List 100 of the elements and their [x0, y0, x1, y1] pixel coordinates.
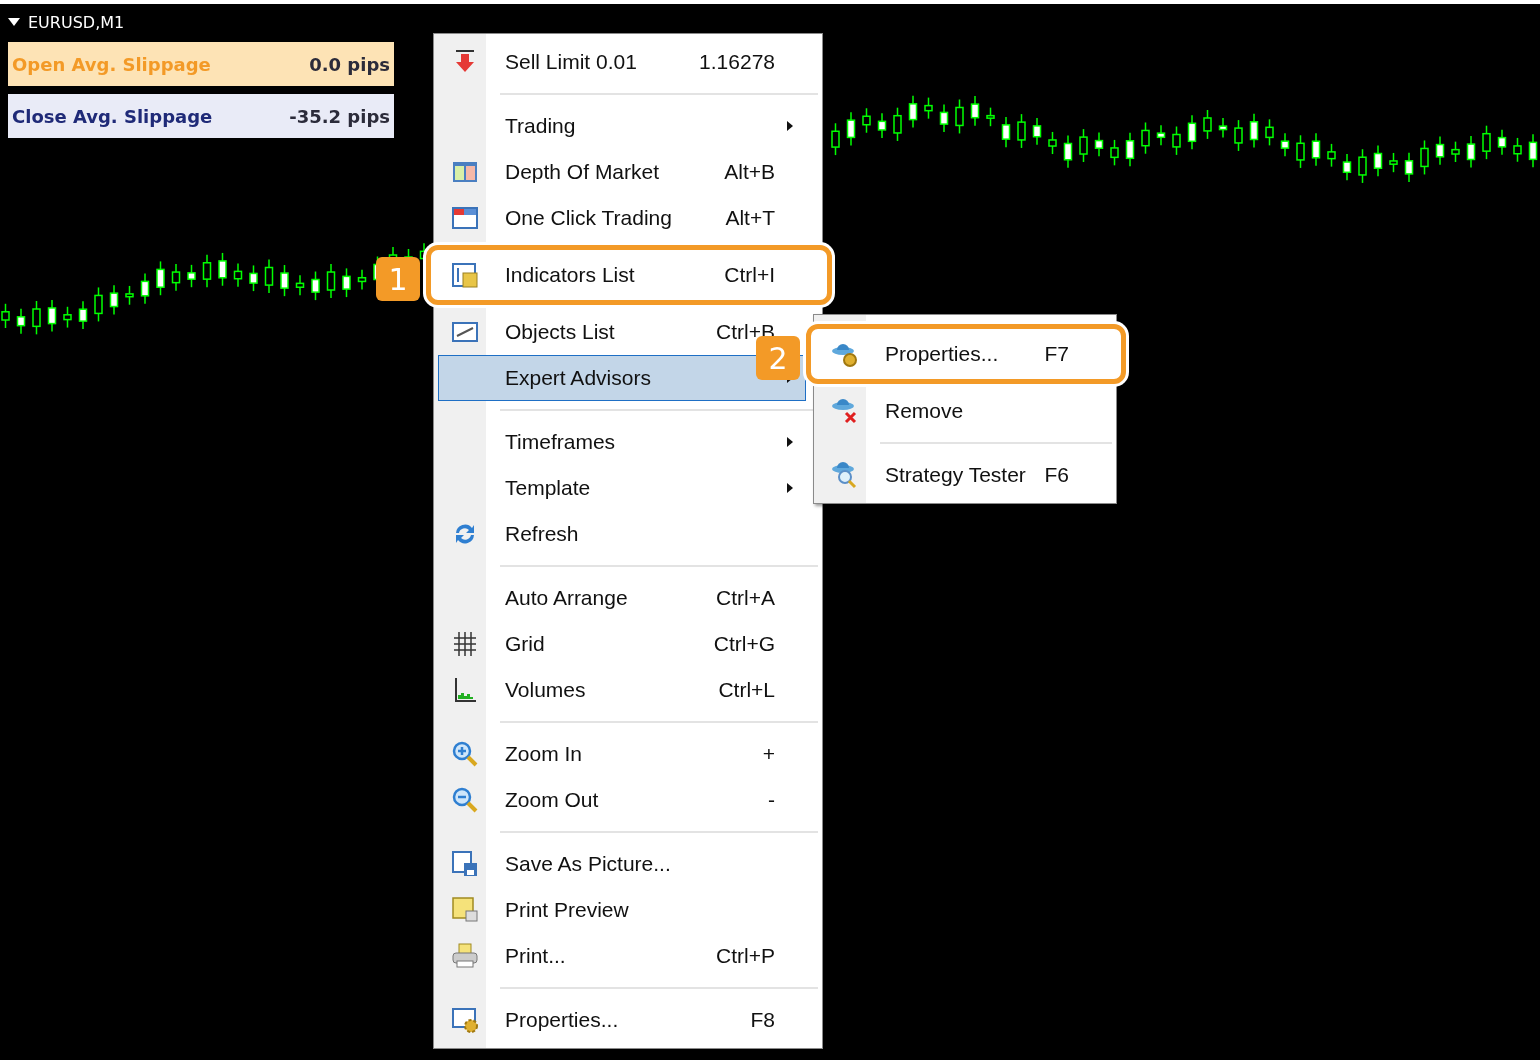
- candle: [1048, 131, 1057, 155]
- step-number: 2: [756, 336, 800, 380]
- candle: [342, 267, 351, 298]
- candle: [1001, 116, 1011, 148]
- candle: [862, 107, 871, 134]
- menu-item[interactable]: Zoom In +: [438, 731, 806, 777]
- candle: [970, 95, 980, 127]
- candle: [908, 95, 918, 129]
- candle: [1203, 109, 1212, 140]
- candle: [831, 122, 840, 156]
- submenu-arrow-icon: [786, 482, 794, 494]
- menu-item[interactable]: Refresh: [438, 511, 806, 557]
- menu-item[interactable]: Template: [438, 465, 806, 511]
- candle: [1141, 121, 1150, 155]
- candle: [1513, 137, 1522, 163]
- menu-item[interactable]: Auto Arrange Ctrl+A: [438, 575, 806, 621]
- menu-item[interactable]: Save As Picture...: [438, 841, 806, 887]
- candle: [1327, 143, 1336, 168]
- menu-item[interactable]: Timeframes: [438, 419, 806, 465]
- candle: [1497, 128, 1507, 156]
- settings-icon: [450, 1005, 480, 1035]
- print-preview-icon: [450, 895, 480, 925]
- candle: [249, 264, 258, 292]
- candle: [218, 252, 227, 287]
- candle: [202, 254, 212, 288]
- menu-item[interactable]: Sell Limit 0.01 1.16278: [438, 39, 806, 85]
- candle: [1311, 132, 1321, 167]
- menu-item[interactable]: Trading: [438, 103, 806, 149]
- slippage-label: Open Avg. Slippage: [12, 53, 211, 75]
- candle: [1466, 135, 1476, 169]
- candle: [1172, 125, 1181, 156]
- menu-item[interactable]: Volumes Ctrl+L: [438, 667, 806, 713]
- candle: [1482, 124, 1491, 160]
- zoom-in-icon: [450, 739, 480, 769]
- candle: [1420, 139, 1429, 176]
- menu-item[interactable]: Properties... F7: [818, 331, 1100, 377]
- candle: [78, 300, 88, 330]
- chart-window-icon: [450, 260, 480, 290]
- candle: [1032, 117, 1042, 146]
- menu-item[interactable]: Remove: [818, 388, 1100, 434]
- submenu-arrow-icon: [786, 436, 794, 448]
- candle: [1218, 117, 1228, 139]
- candle: [1249, 113, 1259, 149]
- candle: [63, 306, 72, 329]
- step-number: 1: [376, 257, 420, 301]
- candle: [1358, 148, 1367, 184]
- zoom-out-icon: [450, 785, 480, 815]
- chart-symbol: EURUSD,M1: [28, 12, 125, 32]
- candle: [939, 103, 949, 133]
- candle: [311, 270, 320, 301]
- menu-item[interactable]: Print... Ctrl+P: [438, 933, 806, 979]
- menu-item[interactable]: Grid Ctrl+G: [438, 621, 806, 667]
- menu-item[interactable]: Strategy Tester F6: [818, 452, 1100, 498]
- menu-item[interactable]: One Click Trading Alt+T: [438, 195, 806, 241]
- candle: [846, 111, 856, 147]
- candle: [1404, 152, 1414, 183]
- candle: [1451, 140, 1460, 163]
- slippage-value: 0.0 pips: [309, 53, 390, 75]
- slippage-label: Close Avg. Slippage: [12, 105, 213, 127]
- candle: [877, 112, 887, 139]
- candle: [1110, 139, 1119, 167]
- candle: [32, 300, 41, 336]
- candle: [16, 308, 26, 335]
- candle: [1389, 152, 1398, 173]
- candle: [1079, 128, 1088, 163]
- candle: [47, 299, 57, 333]
- candle: [171, 263, 181, 292]
- candle: [295, 274, 305, 296]
- candle: [893, 106, 902, 142]
- slippage-value: -35.2 pips: [289, 105, 390, 127]
- menu-item[interactable]: Print Preview: [438, 887, 806, 933]
- candle: [1094, 131, 1104, 157]
- candle: [233, 262, 243, 288]
- menu-item[interactable]: Zoom Out -: [438, 777, 806, 823]
- candle: [125, 285, 134, 306]
- candle: [986, 106, 995, 127]
- save-picture-icon: [450, 849, 480, 879]
- candle: [1125, 132, 1135, 168]
- menu-item[interactable]: Indicators List Ctrl+I: [438, 252, 806, 298]
- candle: [1156, 124, 1166, 147]
- candle: [1063, 134, 1073, 169]
- candle: [357, 269, 367, 291]
- candle: [1373, 144, 1383, 177]
- candle: [955, 98, 964, 135]
- candle: [109, 284, 119, 316]
- candle: [1435, 135, 1445, 166]
- candle: [1265, 118, 1274, 147]
- printer-icon: [450, 941, 480, 971]
- candle: [264, 258, 274, 294]
- candle: [1187, 114, 1197, 151]
- candle: [1296, 134, 1305, 169]
- candle: [140, 272, 150, 305]
- menu-item[interactable]: Properties... F8: [438, 997, 806, 1043]
- candle: [1342, 153, 1352, 182]
- candle: [1017, 113, 1026, 149]
- dropdown-triangle-icon[interactable]: [8, 18, 20, 26]
- submenu-arrow-icon: [786, 120, 794, 132]
- candle: [94, 286, 103, 323]
- menu-item[interactable]: Depth Of Market Alt+B: [438, 149, 806, 195]
- candle: [924, 96, 933, 120]
